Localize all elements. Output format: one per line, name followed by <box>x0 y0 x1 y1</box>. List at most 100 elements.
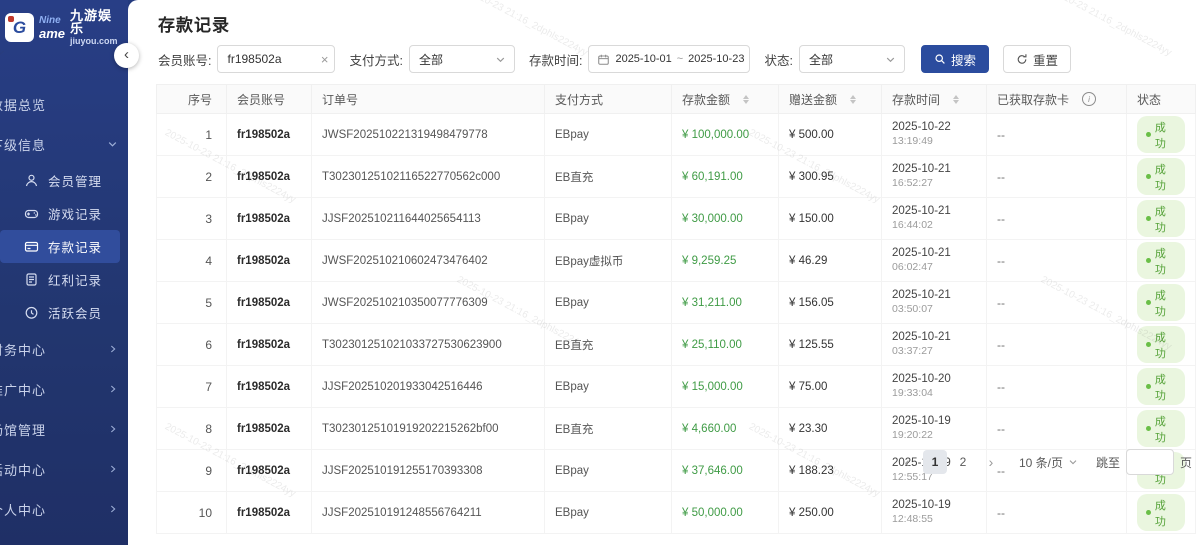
chevron-right-icon <box>108 424 118 434</box>
date-start[interactable]: 2025-10-01 <box>615 53 671 65</box>
cell-index: 8 <box>157 408 227 450</box>
cell-index: 1 <box>157 114 227 156</box>
cell-index: 2 <box>157 156 227 198</box>
column-header-deposit_time[interactable]: 存款时间 <box>882 85 987 114</box>
cell-index: 4 <box>157 240 227 282</box>
cell-account: fr198502a <box>227 450 312 492</box>
column-header-index: 序号 <box>157 85 227 114</box>
status-label: 状态: <box>764 50 792 69</box>
cell-pay-method: EBpay <box>545 282 672 324</box>
status-select[interactable]: 全部 <box>799 45 905 73</box>
sidebar-item-会员管理[interactable]: 会员管理 <box>0 164 120 197</box>
cell-pay-method: EB直充 <box>545 408 672 450</box>
date-end[interactable]: 2025-10-23 <box>688 53 744 65</box>
cell-status: 成功 <box>1127 240 1196 282</box>
account-input-field[interactable] <box>227 52 313 66</box>
cell-bonus-amount: ¥ 23.30 <box>779 408 882 450</box>
cell-pay-method: EBpay <box>545 366 672 408</box>
cell-deposit-time: 2025-10-2213:19:49 <box>882 114 987 156</box>
prev-page-button[interactable]: ‹ <box>895 450 919 474</box>
cell-status: 成功 <box>1127 408 1196 450</box>
jump-suffix-label: 页 <box>1180 454 1192 471</box>
cell-order-no: JJSF202510211644025654113 <box>312 198 545 240</box>
date-range-picker[interactable]: 2025-10-01 ~ 2025-10-23 <box>588 45 750 73</box>
sidebar-item-游戏记录[interactable]: 游戏记录 <box>0 197 120 230</box>
table-row: 1fr198502aJWSF202510221319498479778EBpay… <box>157 114 1196 156</box>
page-title: 存款记录 <box>158 11 230 36</box>
cell-order-no: JJSF202510191248556764211 <box>312 492 545 534</box>
status-dot-icon <box>1146 258 1151 263</box>
cell-deposit-card: -- <box>987 492 1127 534</box>
sidebar-item-存款记录[interactable]: 存款记录 <box>0 230 120 263</box>
cell-bonus-amount: ¥ 75.00 <box>779 366 882 408</box>
cell-account: fr198502a <box>227 324 312 366</box>
cell-account: fr198502a <box>227 408 312 450</box>
sidebar-item-财务中心[interactable]: 财务中心 <box>0 329 128 369</box>
cell-bonus-amount: ¥ 46.29 <box>779 240 882 282</box>
jump-prefix-label: 跳至 <box>1096 454 1120 471</box>
deposit-records-page: G Nine ame 九游娱乐 jiuyou.com 数据总览下级信息会员管理游… <box>0 0 1200 545</box>
page-number-2[interactable]: 2 <box>951 450 975 474</box>
jump-page-input[interactable] <box>1126 449 1174 475</box>
brand-name-cn: 九游娱乐 <box>70 9 126 35</box>
cell-pay-method: EBpay <box>545 450 672 492</box>
chevron-down-icon <box>1068 457 1078 467</box>
sidebar-item-场馆管理[interactable]: 场馆管理 <box>0 409 128 449</box>
cell-status: 成功 <box>1127 282 1196 324</box>
sort-icon[interactable] <box>743 95 749 104</box>
sidebar-item-个人中心[interactable]: 个人中心 <box>0 489 128 529</box>
status-dot-icon <box>1146 342 1151 347</box>
table-row: 6fr198502aT302301251021033727530623900EB… <box>157 324 1196 366</box>
chevron-right-icon <box>108 384 118 394</box>
account-input[interactable]: × <box>217 45 335 73</box>
cell-deposit-time: 2025-10-2116:44:02 <box>882 198 987 240</box>
sidebar-item-活动中心[interactable]: 活动中心 <box>0 449 128 489</box>
pay-method-select[interactable]: 全部 <box>409 45 515 73</box>
cell-index: 10 <box>157 492 227 534</box>
sort-icon[interactable] <box>953 95 959 104</box>
cell-deposit-time: 2025-10-2103:37:27 <box>882 324 987 366</box>
table-row: 5fr198502aJWSF202510210350077776309EBpay… <box>157 282 1196 324</box>
status-value: 全部 <box>809 51 833 68</box>
sidebar-item-红利记录[interactable]: 红利记录 <box>0 263 120 296</box>
reset-button[interactable]: 重置 <box>1003 45 1071 73</box>
deposit-time-label: 存款时间: <box>529 50 582 69</box>
cell-index: 3 <box>157 198 227 240</box>
chevron-right-icon <box>108 464 118 474</box>
page-size-select[interactable]: 10 条/页 <box>1019 454 1078 471</box>
brand-logo: G Nine ame 九游娱乐 jiuyou.com <box>0 0 128 52</box>
sidebar-collapse-button[interactable]: ‹ <box>114 43 139 68</box>
cell-deposit-amount: ¥ 15,000.00 <box>672 366 779 408</box>
status-dot-icon <box>1146 300 1151 305</box>
sort-icon[interactable] <box>850 95 856 104</box>
cell-deposit-card: -- <box>987 198 1127 240</box>
table-row: 8fr198502aT30230125101919202215262bf00EB… <box>157 408 1196 450</box>
status-dot-icon <box>1146 426 1151 431</box>
column-header-deposit_amount[interactable]: 存款金额 <box>672 85 779 114</box>
cell-bonus-amount: ¥ 188.23 <box>779 450 882 492</box>
cell-order-no: JWSF202510210350077776309 <box>312 282 545 324</box>
search-button[interactable]: 搜索 <box>921 45 989 73</box>
cell-order-no: JJSF202510201933042516446 <box>312 366 545 408</box>
sidebar-item-下级信息[interactable]: 下级信息 <box>0 124 128 164</box>
cell-deposit-card: -- <box>987 366 1127 408</box>
sidebar-item-数据总览[interactable]: 数据总览 <box>0 84 128 124</box>
column-header-status: 状态 <box>1127 85 1196 114</box>
cell-pay-method: EBpay <box>545 198 672 240</box>
status-dot-icon <box>1146 174 1151 179</box>
sidebar-item-活跃会员[interactable]: 活跃会员 <box>0 296 120 329</box>
column-header-bonus_amount[interactable]: 赠送金额 <box>779 85 882 114</box>
clear-icon[interactable]: × <box>321 53 329 66</box>
sidebar: G Nine ame 九游娱乐 jiuyou.com 数据总览下级信息会员管理游… <box>0 0 128 545</box>
cell-pay-method: EB直充 <box>545 324 672 366</box>
sidebar-item-推广中心[interactable]: 推广中心 <box>0 369 128 409</box>
info-icon[interactable]: i <box>1082 92 1096 106</box>
cell-order-no: JJSF202510191255170393308 <box>312 450 545 492</box>
cell-account: fr198502a <box>227 114 312 156</box>
next-page-button[interactable]: › <box>979 450 1003 474</box>
search-icon <box>934 53 946 65</box>
status-badge: 成功 <box>1137 494 1185 531</box>
pagination: ‹ 1 2 › 10 条/页 跳至 页 <box>895 449 1192 475</box>
cell-deposit-amount: ¥ 30,000.00 <box>672 198 779 240</box>
page-number-1[interactable]: 1 <box>923 450 947 474</box>
